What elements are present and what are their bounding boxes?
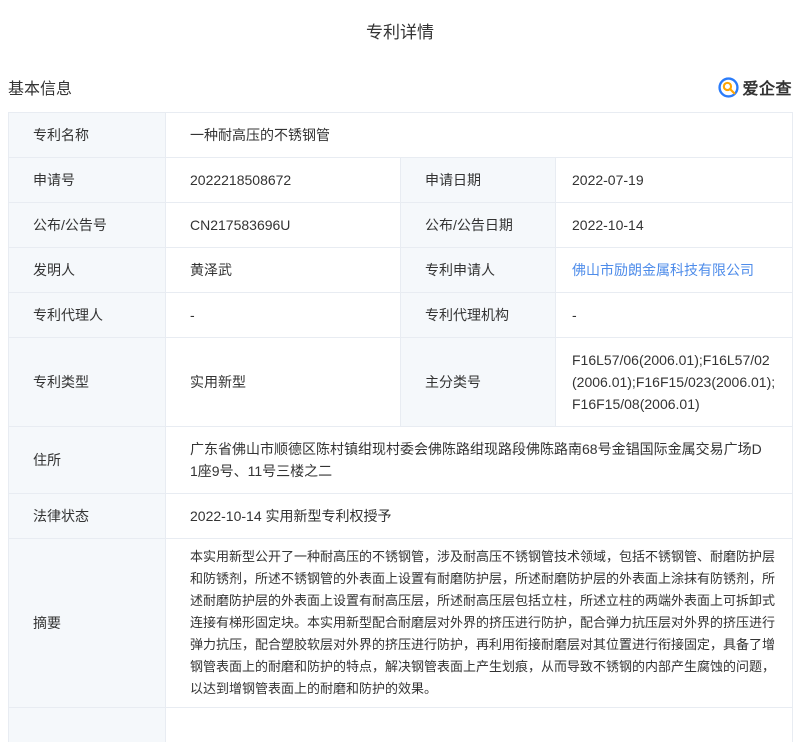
label-application-date: 申请日期 (401, 158, 556, 203)
aiqicha-magnifier-icon (718, 77, 739, 98)
value-application-date: 2022-07-19 (556, 158, 793, 203)
section-header: 基本信息 爱企查 (8, 75, 792, 99)
label-application-number: 申请号 (9, 158, 166, 203)
cell-applicant: 佛山市励朗金属科技有限公司 (556, 248, 793, 293)
aiqicha-logo-text: 爱企查 (742, 75, 792, 99)
value-inventor: 黄泽武 (166, 248, 401, 293)
patent-detail-page: 专利详情 基本信息 爱企查 专利名称 一种耐高压的不锈钢管 申请号 202221… (0, 18, 800, 742)
table-row-partial (9, 708, 793, 742)
value-legal-status: 2022-10-14 实用新型专利权授予 (166, 494, 793, 539)
aiqicha-logo[interactable]: 爱企查 (718, 75, 792, 99)
label-patent-name: 专利名称 (9, 113, 166, 158)
value-publication-number: CN217583696U (166, 203, 401, 248)
section-title-basic-info: 基本信息 (8, 75, 72, 99)
value-patent-type: 实用新型 (166, 338, 401, 427)
row-application: 申请号 2022218508672 申请日期 2022-07-19 (9, 158, 793, 203)
row-agent: 专利代理人 - 专利代理机构 - (9, 293, 793, 338)
row-legal-status: 法律状态 2022-10-14 实用新型专利权授予 (9, 494, 793, 539)
label-patent-agent: 专利代理人 (9, 293, 166, 338)
page-title: 专利详情 (0, 18, 800, 43)
applicant-company-link[interactable]: 佛山市励朗金属科技有限公司 (572, 262, 754, 278)
value-main-classification: F16L57/06(2006.01);F16L57/02(2006.01);F1… (556, 338, 793, 427)
label-applicant: 专利申请人 (401, 248, 556, 293)
label-publication-date: 公布/公告日期 (401, 203, 556, 248)
row-abstract: 摘要 本实用新型公开了一种耐高压的不锈钢管，涉及耐高压不锈钢管技术领域，包括不锈… (9, 539, 793, 708)
row-type-classification: 专利类型 实用新型 主分类号 F16L57/06(2006.01);F16L57… (9, 338, 793, 427)
value-address: 广东省佛山市顺德区陈村镇绀现村委会佛陈路绀现路段佛陈路南68号金锠国际金属交易广… (166, 427, 793, 494)
label-patent-agency: 专利代理机构 (401, 293, 556, 338)
label-inventor: 发明人 (9, 248, 166, 293)
partial-label-cell (9, 708, 166, 742)
label-legal-status: 法律状态 (9, 494, 166, 539)
row-inventor: 发明人 黄泽武 专利申请人 佛山市励朗金属科技有限公司 (9, 248, 793, 293)
row-publication: 公布/公告号 CN217583696U 公布/公告日期 2022-10-14 (9, 203, 793, 248)
partial-value-cell (166, 708, 793, 742)
label-address: 住所 (9, 427, 166, 494)
value-publication-date: 2022-10-14 (556, 203, 793, 248)
label-patent-type: 专利类型 (9, 338, 166, 427)
value-abstract: 本实用新型公开了一种耐高压的不锈钢管，涉及耐高压不锈钢管技术领域，包括不锈钢管、… (166, 539, 793, 708)
value-patent-agent: - (166, 293, 401, 338)
value-application-number: 2022218508672 (166, 158, 401, 203)
label-main-classification: 主分类号 (401, 338, 556, 427)
row-address: 住所 广东省佛山市顺德区陈村镇绀现村委会佛陈路绀现路段佛陈路南68号金锠国际金属… (9, 427, 793, 494)
basic-info-table: 专利名称 一种耐高压的不锈钢管 申请号 2022218508672 申请日期 2… (8, 112, 793, 742)
label-abstract: 摘要 (9, 539, 166, 708)
row-patent-name: 专利名称 一种耐高压的不锈钢管 (9, 113, 793, 158)
value-patent-name: 一种耐高压的不锈钢管 (166, 113, 793, 158)
label-publication-number: 公布/公告号 (9, 203, 166, 248)
value-patent-agency: - (556, 293, 793, 338)
